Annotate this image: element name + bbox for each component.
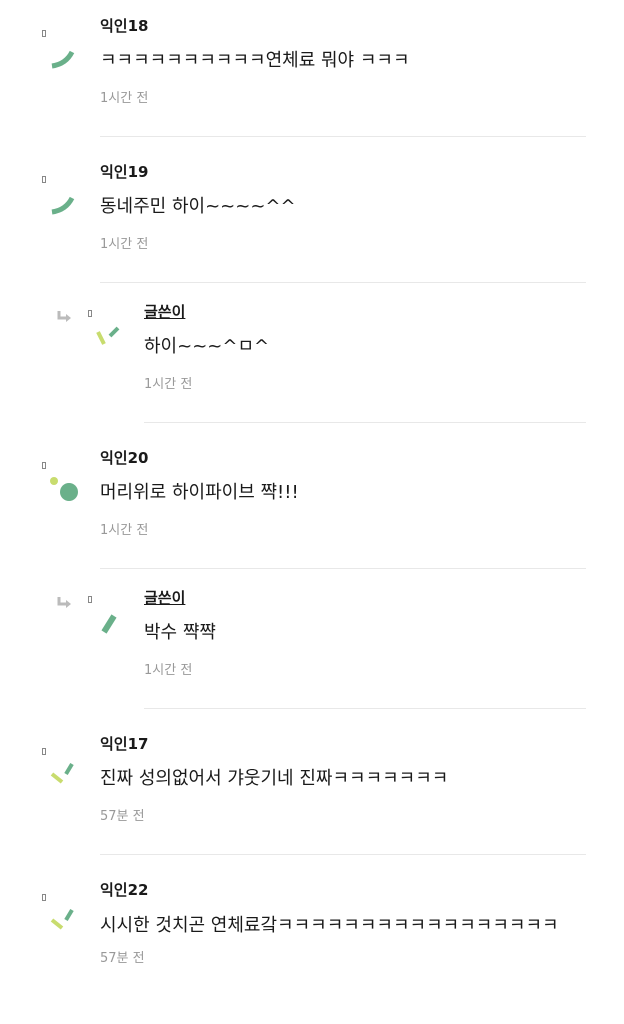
avatar-arc-icon bbox=[51, 50, 75, 69]
comment-item: 익인19 동네주민 하이~~~~^^ 1시간 전 bbox=[0, 162, 624, 283]
reply-arrow-icon bbox=[57, 311, 71, 322]
comment-author[interactable]: 익인17 bbox=[100, 734, 586, 754]
comment-author[interactable]: 익인20 bbox=[100, 448, 586, 468]
user-tag-icon bbox=[42, 30, 46, 37]
avatar bbox=[42, 30, 82, 70]
reply-arrow-icon bbox=[57, 597, 71, 608]
reply-item: 글쓴이 하이~~~^ㅁ^ 1시간 전 bbox=[0, 302, 624, 423]
avatar-arc-icon bbox=[51, 196, 75, 215]
avatar-bar-icon bbox=[101, 614, 117, 634]
user-tag-icon bbox=[42, 176, 46, 183]
comment-author[interactable]: 글쓴이 bbox=[144, 588, 586, 608]
comment-item: 익인22 시시한 것치곤 연체료갘ㅋㅋㅋㅋㅋㅋㅋㅋㅋㅋㅋㅋㅋㅋㅋㅋㅋ 57분 전 bbox=[0, 880, 624, 1024]
avatar bbox=[42, 176, 82, 216]
avatar bbox=[42, 894, 82, 934]
comment-time: 1시간 전 bbox=[100, 523, 149, 538]
comment-author[interactable]: 익인19 bbox=[100, 162, 586, 182]
comment-text: ㅋㅋㅋㅋㅋㅋㅋㅋㅋㅋ연체료 뭐야 ㅋㅋㅋ bbox=[100, 50, 410, 71]
user-tag-icon bbox=[42, 462, 46, 469]
comment-text: 머리위로 하이파이브 쨕!!! bbox=[100, 482, 299, 503]
user-tag-icon bbox=[42, 748, 46, 755]
user-tag-icon bbox=[88, 596, 92, 603]
comment-time: 1시간 전 bbox=[100, 91, 149, 106]
avatar bbox=[88, 310, 128, 350]
comment-list: 익인18 ㅋㅋㅋㅋㅋㅋㅋㅋㅋㅋ연체료 뭐야 ㅋㅋㅋ 1시간 전 익인19 동네주… bbox=[0, 0, 624, 1024]
comment-text: 진짜 성의없어서 갸웃기네 진짜ㅋㅋㅋㅋㅋㅋㅋ bbox=[100, 768, 449, 789]
comment-text: 시시한 것치곤 연체료갘ㅋㅋㅋㅋㅋㅋㅋㅋㅋㅋㅋㅋㅋㅋㅋㅋㅋ bbox=[100, 915, 559, 936]
avatar-marks-icon bbox=[50, 762, 74, 784]
reply-item: 글쓴이 박수 쨕쨕 1시간 전 bbox=[0, 588, 624, 709]
comment-author[interactable]: 익인22 bbox=[100, 880, 586, 900]
avatar-marks-icon bbox=[50, 908, 74, 930]
comment-time: 57분 전 bbox=[100, 951, 145, 966]
comment-time: 1시간 전 bbox=[100, 237, 149, 252]
avatar bbox=[42, 462, 82, 502]
user-tag-icon bbox=[42, 894, 46, 901]
comment-item: 익인20 머리위로 하이파이브 쨕!!! 1시간 전 bbox=[0, 448, 624, 569]
comment-time: 1시간 전 bbox=[144, 663, 193, 678]
avatar bbox=[42, 748, 82, 788]
comment-author[interactable]: 글쓴이 bbox=[144, 302, 586, 322]
avatar-marks-icon bbox=[96, 326, 120, 345]
comment-text: 동네주민 하이~~~~^^ bbox=[100, 196, 296, 217]
avatar bbox=[88, 596, 128, 636]
avatar-dots-icon bbox=[50, 477, 78, 501]
comment-time: 57분 전 bbox=[100, 809, 145, 824]
comment-author[interactable]: 익인18 bbox=[100, 16, 586, 36]
comment-text: 박수 쨕쨕 bbox=[144, 622, 216, 643]
comment-item: 익인18 ㅋㅋㅋㅋㅋㅋㅋㅋㅋㅋ연체료 뭐야 ㅋㅋㅋ 1시간 전 bbox=[0, 16, 624, 137]
comment-text: 하이~~~^ㅁ^ bbox=[144, 336, 270, 357]
comment-item: 익인17 진짜 성의없어서 갸웃기네 진짜ㅋㅋㅋㅋㅋㅋㅋ 57분 전 bbox=[0, 734, 624, 855]
user-tag-icon bbox=[88, 310, 92, 317]
comment-time: 1시간 전 bbox=[144, 377, 193, 392]
